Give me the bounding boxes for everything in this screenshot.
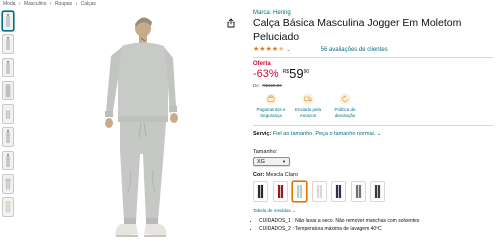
thumbnail[interactable] [2, 127, 14, 147]
breadcrumb-item-masculino[interactable]: Masculino [24, 1, 47, 7]
price-row: -63% R$ 59 90 [253, 65, 493, 81]
chevron-down-icon: ⌄ [292, 208, 296, 214]
discount-percent: -63% [253, 67, 279, 80]
color-label-text: Cor: [253, 172, 265, 179]
reviews-link[interactable]: 56 avaliações de clientes [321, 47, 388, 53]
chevron-down-icon[interactable]: ⌄ [377, 131, 382, 137]
color-swatch-mescla-claro[interactable] [292, 181, 307, 203]
size-label: Tamanho: [253, 149, 278, 156]
thumbnail[interactable] [2, 80, 14, 101]
care-list: CUIDADOS_1 : Não lavar a seco. Não remov… [253, 218, 493, 233]
thumbnail[interactable] [2, 197, 14, 217]
feature-label: Política de devolução [334, 106, 356, 118]
half-star-icon: ★ [278, 46, 285, 53]
thumbnail[interactable] [2, 11, 14, 31]
size-table-label: Tabela de medidas [253, 208, 291, 214]
thumbnail[interactable] [2, 57, 14, 78]
card-icon [265, 92, 277, 105]
size-table-link[interactable]: Tabela de medidas ⌄ [253, 208, 493, 214]
color-label: Cor: Mescla Claro [253, 172, 493, 178]
breadcrumb-item-roupas[interactable]: Roupas [55, 1, 72, 7]
feature-icons-row: Pagamentos e Segurança Enviado pela Amaz… [253, 92, 493, 119]
product-info-panel: Marca: Hering Calça Básica Masculina Jog… [253, 10, 493, 233]
color-swatch-navy[interactable] [331, 181, 346, 203]
price-cents: 90 [303, 68, 310, 75]
breadcrumb-separator: › [18, 1, 21, 7]
list-price-label: De: [253, 82, 261, 88]
feature-label: Pagamentos e Segurança [256, 106, 286, 118]
feature-shipping[interactable]: Enviado pela Amazon [290, 92, 326, 119]
star-rating[interactable]: ★ ★ ★ ★ ★ [253, 46, 284, 54]
divider [253, 57, 493, 58]
breadcrumb-separator: › [49, 1, 52, 7]
color-swatch-black[interactable] [253, 181, 268, 203]
service-fit-row[interactable]: Serviç: Fiel ao tamanho. Peça o tamanho … [253, 131, 493, 137]
thumbnail-strip [2, 11, 15, 221]
feature-label: Enviado pela Amazon [294, 106, 322, 118]
caret-down-icon: ▼ [282, 159, 286, 165]
list-item: CUIDADOS_2 : Temperatura máxima de lavag… [259, 226, 493, 234]
color-selected-value: Mescla Claro [265, 172, 298, 179]
color-swatch-grey[interactable] [350, 181, 366, 203]
truck-icon [302, 92, 314, 105]
size-selected-value: XG [257, 159, 265, 166]
thumbnail[interactable] [2, 150, 14, 171]
list-price-value: R$159,90 [262, 82, 282, 88]
breadcrumb-item-calcas[interactable]: Calças [81, 1, 96, 7]
list-item: CUIDADOS_1 : Não lavar a seco. Não remov… [259, 218, 493, 226]
color-swatch-dark[interactable] [370, 181, 385, 203]
breadcrumb-item-moda[interactable]: Moda [3, 1, 16, 7]
color-swatch-red[interactable] [272, 181, 288, 203]
thumbnail[interactable] [2, 104, 14, 124]
color-swatches [253, 181, 493, 203]
thumbnail[interactable] [2, 34, 14, 54]
brand-link[interactable]: Marca: Hering [253, 10, 493, 16]
size-dropdown[interactable]: XG ▼ [253, 157, 290, 167]
product-main-image[interactable] [40, 10, 235, 251]
service-label: Serviç: [253, 131, 272, 138]
feature-returns[interactable]: Política de devolução [327, 92, 363, 119]
price-whole: 59 [289, 65, 304, 81]
divider [253, 124, 493, 126]
breadcrumb: Moda › Masculino › Roupas › Calças [3, 1, 98, 7]
list-price: De: R$159,90 [253, 83, 493, 88]
service-value[interactable]: Fiel ao tamanho. Peça o tamanho normal. [273, 131, 375, 137]
color-swatch-light[interactable] [311, 181, 327, 203]
feature-payment[interactable]: Pagamentos e Segurança [253, 92, 289, 119]
product-title: Calça Básica Masculina Jogger Em Moletom… [253, 17, 462, 43]
breadcrumb-separator: › [75, 1, 78, 7]
return-icon [339, 92, 351, 105]
rating-row: ★ ★ ★ ★ ★ ⌄ 56 avaliações de clientes [253, 46, 493, 54]
thumbnail[interactable] [2, 174, 14, 194]
chevron-down-icon[interactable]: ⌄ [286, 47, 290, 53]
share-icon[interactable] [226, 15, 236, 28]
